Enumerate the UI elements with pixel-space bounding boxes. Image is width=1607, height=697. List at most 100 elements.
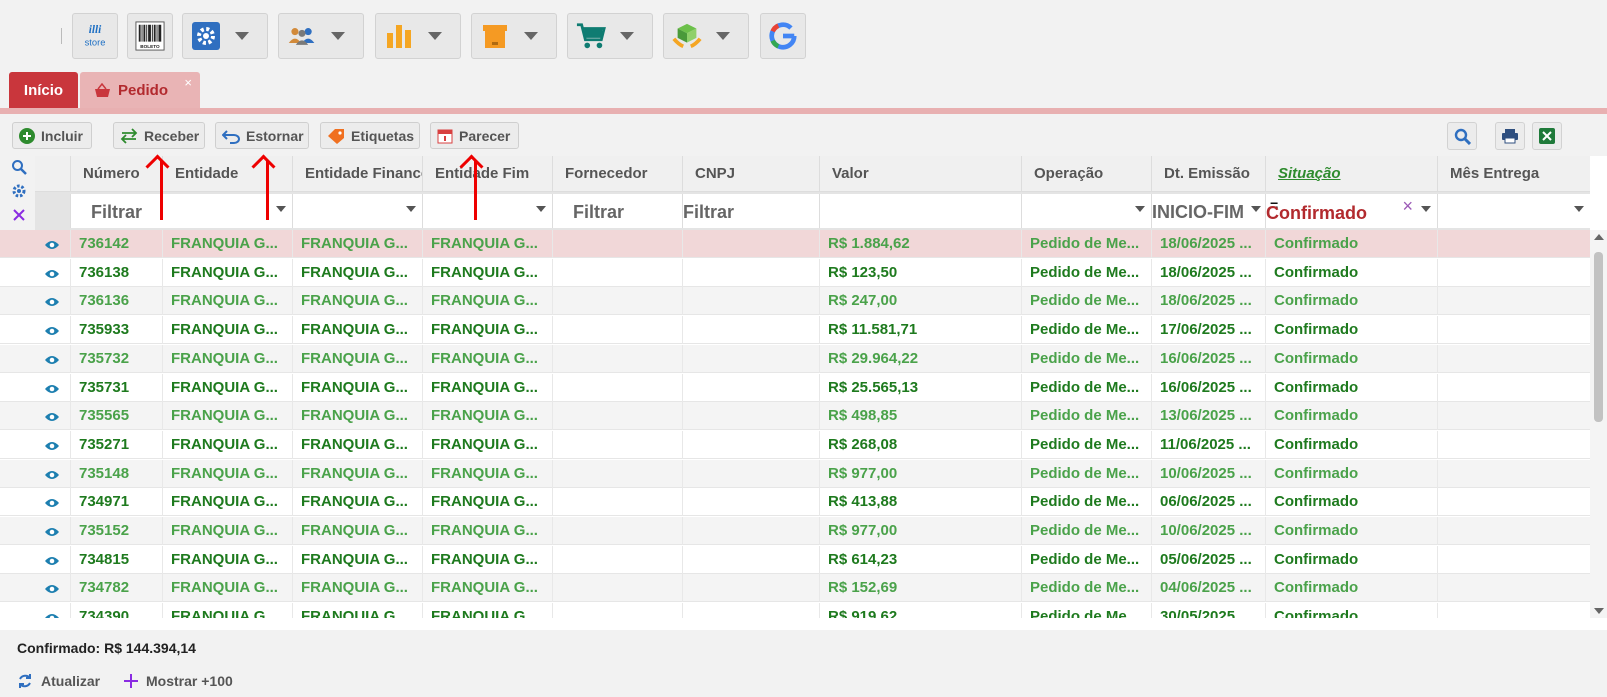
- col-header-operacao[interactable]: Operação: [1021, 156, 1151, 192]
- close-icon[interactable]: ×: [184, 75, 192, 90]
- eye-icon[interactable]: [44, 496, 60, 508]
- chevron-down-icon: [331, 32, 345, 40]
- fornecedor-filter-input[interactable]: Filtrar: [552, 194, 682, 228]
- table-row[interactable]: 735732 FRANQUIA G... FRANQUIA G... FRANQUIA…: [0, 344, 1590, 373]
- chevron-down-icon[interactable]: [406, 206, 416, 212]
- table-row[interactable]: 734782 FRANQUIA G... FRANQUIA G... FRANQUIA…: [0, 574, 1590, 603]
- dt-emissao-filter[interactable]: INICIO-FIM: [1151, 194, 1265, 228]
- cell-situacao: Confirmado: [1265, 344, 1437, 373]
- table-row[interactable]: 735731 FRANQUIA G... FRANQUIA G... FRANQUIA…: [0, 373, 1590, 402]
- incluir-button[interactable]: Incluir: [12, 122, 92, 149]
- table-row[interactable]: 736138 FRANQUIA G... FRANQUIA G... FRANQUIA…: [0, 258, 1590, 287]
- receber-button[interactable]: Receber: [113, 122, 205, 149]
- eye-icon[interactable]: [44, 554, 60, 566]
- situacao-filter[interactable]: = Confirmado ×: [1265, 194, 1437, 228]
- atualizar-button[interactable]: Atualizar: [17, 673, 100, 689]
- eye-icon[interactable]: [44, 582, 60, 594]
- eye-icon[interactable]: [44, 324, 60, 336]
- entidade-financeira-filter[interactable]: [292, 194, 422, 228]
- mes-entrega-filter[interactable]: [1437, 194, 1590, 228]
- cell-entidade: FRANQUIA G...: [162, 488, 292, 517]
- col-header-entidade-fim[interactable]: Entidade Fim: [422, 156, 552, 192]
- atualizar-label: Atualizar: [41, 673, 101, 689]
- chevron-down-icon[interactable]: [1135, 206, 1145, 212]
- etiquetas-button[interactable]: Etiquetas: [320, 122, 420, 149]
- col-header-valor[interactable]: Valor: [819, 156, 1021, 192]
- cell-financeira: FRANQUIA G...: [292, 402, 422, 431]
- settings-menu-button[interactable]: [182, 13, 268, 59]
- col-header-mes-entrega[interactable]: Mês Entrega: [1437, 156, 1590, 192]
- reports-menu-button[interactable]: [375, 13, 461, 59]
- scroll-up-icon[interactable]: [1594, 234, 1604, 240]
- numero-filter-input[interactable]: Filtrar: [70, 194, 292, 228]
- eye-icon[interactable]: [44, 439, 60, 451]
- cell-cnpj: [682, 373, 819, 402]
- table-row[interactable]: 735271 FRANQUIA G... FRANQUIA G... FRANQUIA…: [0, 430, 1590, 459]
- grid-settings-button[interactable]: [10, 182, 28, 200]
- chevron-down-icon[interactable]: [536, 206, 546, 212]
- table-row[interactable]: 735933 FRANQUIA G... FRANQUIA G... FRANQUIA…: [0, 316, 1590, 345]
- tab-inicio[interactable]: Início: [9, 72, 78, 108]
- table-row[interactable]: 736136 FRANQUIA G... FRANQUIA G... FRANQUIA…: [0, 287, 1590, 316]
- mostrar-mais-button[interactable]: Mostrar +100: [124, 673, 233, 689]
- logistics-menu-button[interactable]: [663, 13, 749, 59]
- eye-icon[interactable]: [44, 238, 60, 250]
- eye-icon[interactable]: [44, 267, 60, 279]
- scroll-thumb[interactable]: [1594, 252, 1603, 422]
- excel-export-button[interactable]: [1532, 122, 1562, 150]
- illi-store-button[interactable]: illi store: [72, 13, 118, 59]
- col-header-numero[interactable]: Número: [70, 156, 162, 192]
- estornar-button[interactable]: Estornar: [215, 122, 309, 149]
- cell-operacao: Pedido de Me...: [1021, 230, 1151, 258]
- col-header-entidade-financeira[interactable]: Entidade Financeira: [292, 156, 422, 192]
- col-header-dt-emissao[interactable]: Dt. Emissão: [1151, 156, 1265, 192]
- valor-filter-input[interactable]: [819, 194, 1021, 228]
- cell-emissao: 06/06/2025 ...: [1151, 488, 1265, 517]
- grid-search-button[interactable]: [10, 158, 28, 176]
- search-button[interactable]: [1447, 122, 1477, 150]
- chevron-down-icon[interactable]: [1251, 206, 1261, 212]
- cell-cnpj: [682, 545, 819, 574]
- table-row[interactable]: 735148 FRANQUIA G... FRANQUIA G... FRANQUIA…: [0, 459, 1590, 488]
- eye-icon[interactable]: [44, 353, 60, 365]
- col-header-situacao[interactable]: Situação: [1265, 156, 1437, 192]
- print-button[interactable]: [1495, 122, 1525, 150]
- chevron-down-icon[interactable]: [1574, 206, 1584, 212]
- table-row[interactable]: 735565 FRANQUIA G... FRANQUIA G... FRANQUIA…: [0, 402, 1590, 431]
- sales-menu-button[interactable]: [567, 13, 653, 59]
- eye-icon[interactable]: [44, 611, 60, 618]
- eye-icon[interactable]: [44, 382, 60, 394]
- chevron-down-icon[interactable]: [276, 206, 286, 212]
- col-header-entidade[interactable]: Entidade: [162, 156, 292, 192]
- cell-cnpj: [682, 603, 819, 618]
- table-row[interactable]: 736142 FRANQUIA G... FRANQUIA G... FRANQUIA…: [0, 230, 1590, 258]
- chevron-down-icon[interactable]: [1421, 206, 1431, 212]
- col-header-fornecedor[interactable]: Fornecedor: [552, 156, 682, 192]
- users-menu-button[interactable]: [278, 13, 364, 59]
- google-icon: [768, 21, 798, 51]
- chevron-down-icon: [716, 32, 730, 40]
- eye-icon[interactable]: [44, 468, 60, 480]
- boleto-button[interactable]: BOLETO: [127, 13, 173, 59]
- table-row[interactable]: 735152 FRANQUIA G... FRANQUIA G... FRANQUIA…: [0, 517, 1590, 545]
- scroll-down-icon[interactable]: [1594, 608, 1604, 614]
- cnpj-filter-input[interactable]: Filtrar: [682, 194, 819, 228]
- clear-filter-icon[interactable]: ×: [1402, 196, 1413, 217]
- col-header-cnpj[interactable]: CNPJ: [682, 156, 819, 192]
- date-range-value: INICIO-FIM: [1152, 202, 1244, 222]
- clear-filters-button[interactable]: [10, 206, 28, 224]
- eye-icon[interactable]: [44, 410, 60, 422]
- google-button[interactable]: [760, 13, 806, 59]
- entidade-fim-filter[interactable]: [422, 194, 552, 228]
- table-row[interactable]: 734815 FRANQUIA G... FRANQUIA G... FRANQUIA…: [0, 545, 1590, 574]
- operacao-filter[interactable]: [1021, 194, 1151, 228]
- cell-fim: FRANQUIA G...: [422, 545, 552, 574]
- products-menu-button[interactable]: [471, 13, 557, 59]
- table-row[interactable]: 734971 FRANQUIA G... FRANQUIA G... FRANQUIA…: [0, 488, 1590, 517]
- tab-pedido[interactable]: Pedido ×: [80, 72, 200, 108]
- eye-icon[interactable]: [44, 525, 60, 537]
- grid-scrollbar[interactable]: [1590, 230, 1607, 618]
- table-row[interactable]: 734390 FRANQUIA G... FRANQUIA G... FRANQUIA…: [0, 603, 1590, 618]
- eye-icon[interactable]: [44, 295, 60, 307]
- parecer-button[interactable]: Parecer: [430, 122, 519, 149]
